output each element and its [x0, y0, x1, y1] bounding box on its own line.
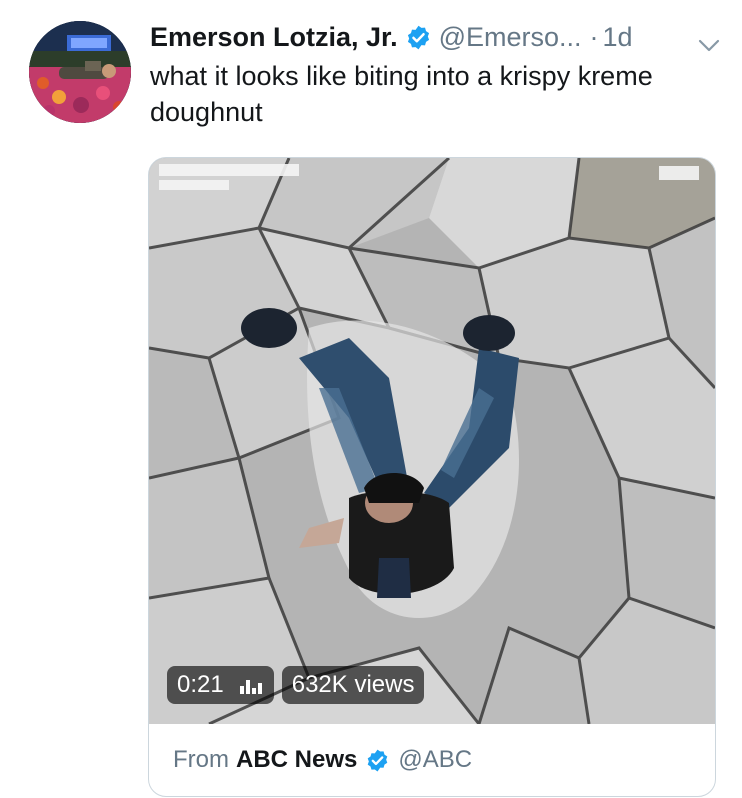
video-badge: 0:21 632K views [167, 666, 425, 704]
from-label: From [173, 746, 229, 773]
view-count: 632K views [291, 671, 415, 698]
separator-dot: · [589, 22, 599, 52]
source-name[interactable]: ABC News [236, 746, 357, 774]
timestamp[interactable]: 1d [603, 20, 633, 54]
display-name[interactable]: Emerson Lotzia, Jr. [150, 20, 398, 54]
source-handle[interactable]: @ABC [398, 746, 472, 774]
duration-pill: 0:21 [167, 666, 274, 704]
media-card[interactable]: 0:21 632K views From ABC News @ABC [148, 157, 716, 797]
tweet-text: what it looks like biting into a krispy … [150, 61, 653, 127]
avatar[interactable] [29, 21, 131, 123]
video-frame [149, 158, 715, 724]
bar-chart-icon [238, 675, 264, 695]
tweet-header: Emerson Lotzia, Jr. @Emerso... · 1d [150, 18, 730, 56]
video-duration: 0:21 [177, 671, 224, 698]
user-handle[interactable]: @Emerso... [439, 20, 582, 54]
chevron-down-icon[interactable] [698, 28, 720, 52]
source-attribution[interactable]: From ABC News @ABC [149, 724, 715, 796]
tweet[interactable]: Emerson Lotzia, Jr. @Emerso... · 1d what… [0, 0, 742, 798]
video-player[interactable]: 0:21 632K views [149, 158, 715, 724]
verified-badge-icon [405, 24, 432, 51]
views-pill: 632K views [281, 666, 425, 704]
verified-badge-icon [365, 748, 390, 773]
